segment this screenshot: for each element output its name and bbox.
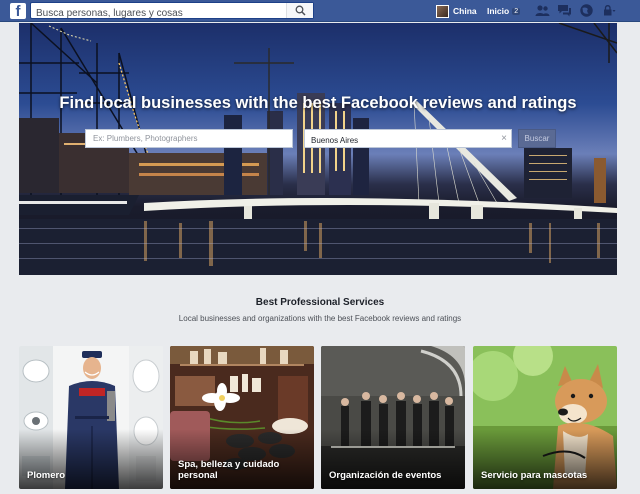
category-card-plumber[interactable]: Plomero	[19, 346, 163, 489]
section-title: Best Professional Services	[255, 297, 385, 308]
section-subtitle: Local businesses and organizations with …	[178, 314, 462, 323]
search-icon	[295, 5, 306, 16]
friend-requests-icon[interactable]	[535, 3, 550, 18]
profile-name: China	[453, 6, 477, 16]
home-label: Inicio	[487, 6, 510, 16]
global-search-button[interactable]	[286, 3, 313, 18]
hero-banner: Find local businesses with the best Face…	[19, 23, 617, 275]
location-input[interactable]	[305, 132, 495, 149]
location-field: ×	[304, 129, 512, 149]
hero-background-image	[19, 23, 617, 275]
category-card-label: Spa, belleza y cuidado personal	[178, 459, 280, 481]
topbar-icons	[535, 3, 616, 18]
facebook-logo[interactable]: f	[10, 3, 26, 19]
business-search-input[interactable]	[85, 129, 293, 148]
notifications-icon[interactable]	[579, 3, 594, 18]
privacy-icon[interactable]	[601, 3, 616, 18]
avatar	[436, 4, 449, 18]
category-card-spa[interactable]: Spa, belleza y cuidado personal	[170, 346, 314, 489]
category-card-events[interactable]: Organización de eventos	[321, 346, 465, 489]
profile-link[interactable]: China	[436, 3, 477, 19]
category-card-label: Servicio para mascotas	[481, 470, 588, 481]
home-badge: 2	[512, 7, 521, 15]
clear-location-icon[interactable]: ×	[501, 133, 507, 144]
messages-icon[interactable]	[557, 3, 572, 18]
category-card-pets[interactable]: Servicio para mascotas	[473, 346, 617, 489]
hero-title: Find local businesses with the best Face…	[59, 94, 577, 112]
category-card-label: Plomero	[27, 470, 66, 481]
global-search-box	[30, 2, 314, 21]
top-navigation-bar: f China Inicio 2	[0, 0, 640, 22]
search-submit-button[interactable]: Buscar	[518, 129, 556, 148]
category-card-label: Organización de eventos	[329, 470, 442, 481]
home-link[interactable]: Inicio 2	[487, 3, 521, 19]
global-search-input[interactable]	[31, 6, 283, 21]
